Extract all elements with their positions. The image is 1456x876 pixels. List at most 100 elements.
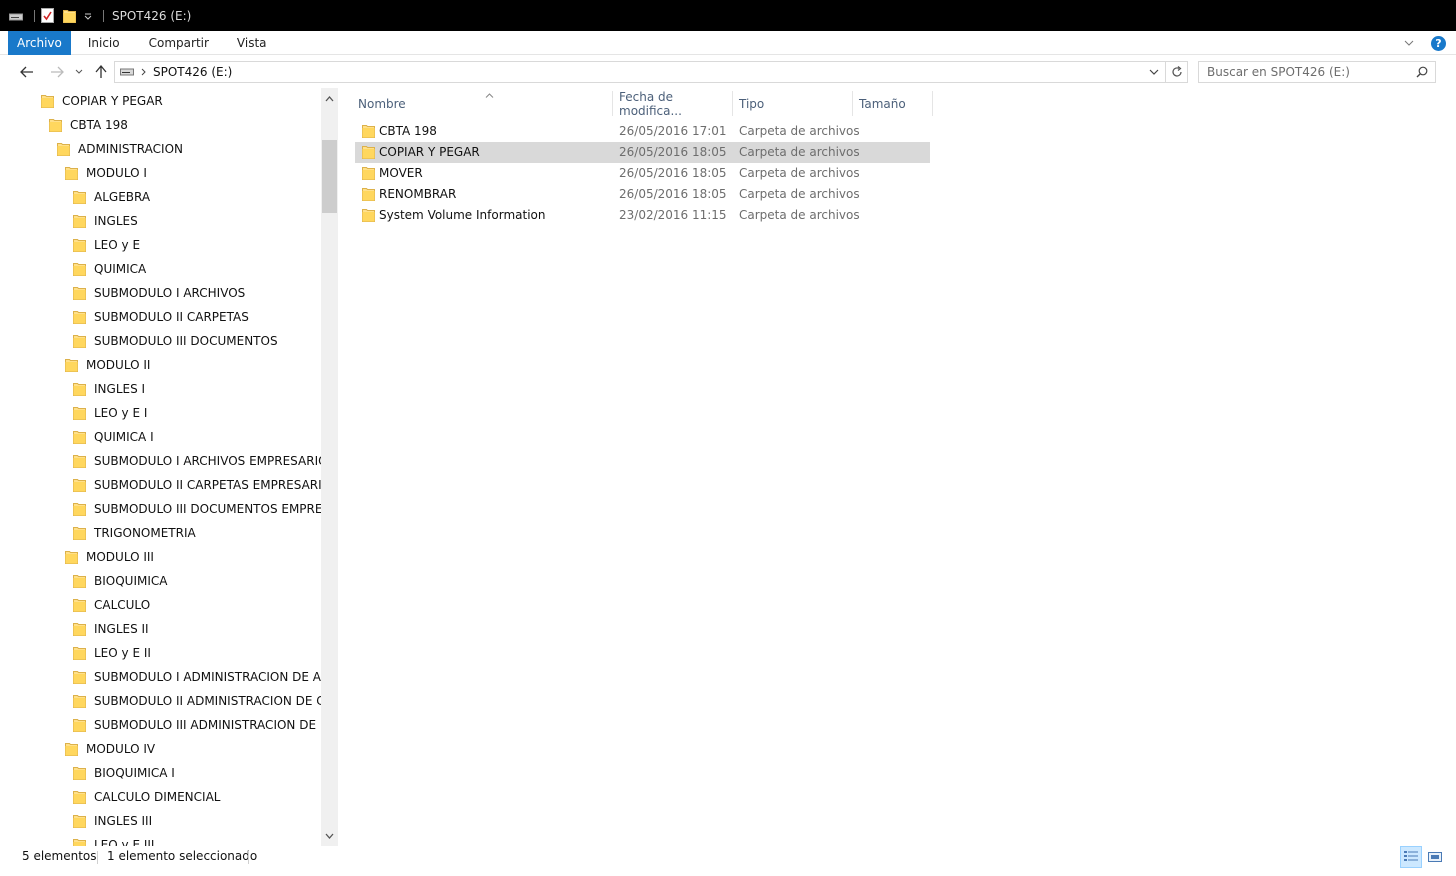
folder-icon: [41, 94, 54, 108]
tree-item-label: MODULO III: [86, 550, 154, 564]
toolbar-separator: [103, 9, 104, 22]
folder-icon: [362, 187, 375, 201]
breadcrumb-drive[interactable]: SPOT426 (E:): [153, 65, 232, 79]
folder-icon: [362, 166, 375, 180]
details-view-icon[interactable]: [1400, 846, 1422, 868]
tree-item-label: LEO y E III: [94, 838, 155, 846]
tree-item[interactable]: TRIGONOMETRIA: [73, 522, 196, 544]
recent-locations-icon[interactable]: [72, 63, 86, 81]
item-count: 5 elementos: [22, 849, 97, 863]
tree-item[interactable]: MODULO II: [65, 354, 150, 376]
tree-item[interactable]: SUBMODULO III DOCUMENTOS EMPRESARIOS: [73, 498, 321, 520]
drive-icon[interactable]: [8, 8, 24, 24]
file-date: 26/05/2016 17:01: [619, 124, 727, 138]
tree-item[interactable]: INGLES III: [73, 810, 152, 832]
tree-item[interactable]: ALGEBRA: [73, 186, 150, 208]
tree-item[interactable]: MODULO IV: [65, 738, 155, 760]
scroll-thumb[interactable]: [322, 140, 337, 213]
column-header-size[interactable]: Tamaño: [853, 91, 933, 116]
file-name: System Volume Information: [379, 208, 546, 222]
column-header-type-label: Tipo: [739, 96, 765, 111]
address-bar[interactable]: SPOT426 (E:): [114, 61, 1166, 83]
scroll-up-icon[interactable]: [321, 90, 338, 107]
folder-icon: [73, 214, 86, 228]
file-row[interactable]: System Volume Information 23/02/2016 11:1…: [355, 205, 930, 226]
file-row[interactable]: COPIAR Y PEGAR 26/05/2016 18:05 Carpeta de…: [355, 142, 930, 163]
new-folder-icon[interactable]: [61, 8, 77, 24]
file-type: Carpeta de archivos: [739, 208, 860, 222]
tree-item[interactable]: SUBMODULO III DOCUMENTOS: [73, 330, 278, 352]
tree-item[interactable]: CBTA 198: [49, 114, 128, 136]
chevron-right-icon[interactable]: [141, 68, 146, 76]
file-row[interactable]: RENOMBRAR 26/05/2016 18:05 Carpeta de arch…: [355, 184, 930, 205]
tree-item[interactable]: INGLES II: [73, 618, 149, 640]
chevron-down-icon[interactable]: [1147, 65, 1161, 79]
large-icons-view-icon[interactable]: [1424, 846, 1446, 868]
tree-item[interactable]: MODULO III: [65, 546, 154, 568]
column-header-date[interactable]: Fecha de modifica...: [613, 90, 733, 118]
file-row[interactable]: MOVER 26/05/2016 18:05 Carpeta de archivos: [355, 163, 930, 184]
title-bar: SPOT426 (E:): [0, 0, 1456, 31]
tab-compartir[interactable]: Compartir: [134, 31, 223, 55]
folder-icon: [73, 574, 86, 588]
tree-item-label: INGLES: [94, 214, 138, 228]
tab-vista[interactable]: Vista: [223, 31, 281, 55]
nav-scrollbar[interactable]: [321, 88, 338, 846]
tree-item[interactable]: QUIMICA I: [73, 426, 154, 448]
refresh-icon[interactable]: [1166, 61, 1188, 83]
search-icon[interactable]: [1415, 65, 1429, 79]
tree-item-label: SUBMODULO I ARCHIVOS: [94, 286, 246, 300]
scroll-down-icon[interactable]: [321, 827, 338, 844]
tree-item[interactable]: ADMINISTRACION: [57, 138, 183, 160]
tree-item[interactable]: SUBMODULO II CARPETAS EMPRESARIAS: [73, 474, 321, 496]
tab-archivo[interactable]: Archivo: [8, 30, 71, 55]
tree-item-label: QUIMICA: [94, 262, 147, 276]
tree-item[interactable]: CALCULO DIMENCIAL: [73, 786, 220, 808]
search-input[interactable]: [1207, 65, 1407, 79]
tree-item[interactable]: SUBMODULO II CARPETAS: [73, 306, 249, 328]
properties-icon[interactable]: [39, 8, 55, 24]
tree-item[interactable]: LEO y E: [73, 234, 140, 256]
search-box[interactable]: [1198, 61, 1436, 83]
column-header-name[interactable]: Nombre: [352, 91, 613, 116]
tree-item[interactable]: SUBMODULO I ADMINISTRACION DE ARCHIVOS: [73, 666, 321, 688]
tree-item[interactable]: MODULO I: [65, 162, 147, 184]
tree-item[interactable]: SUBMODULO I ARCHIVOS: [73, 282, 245, 304]
toolbar-separator: [34, 9, 35, 22]
tree-item-label: MODULO I: [86, 166, 147, 180]
tree-item[interactable]: SUBMODULO III ADMINISTRACION DE DOCUMENT…: [73, 714, 321, 736]
tab-inicio[interactable]: Inicio: [71, 31, 134, 55]
folder-icon: [362, 208, 375, 222]
up-arrow-icon[interactable]: [92, 63, 110, 81]
tree-item-label: INGLES III: [94, 814, 153, 828]
status-bar: 5 elementos 1 elemento seleccionado: [0, 846, 1456, 868]
tree-item[interactable]: LEO y E II: [73, 642, 151, 664]
folder-icon: [73, 310, 86, 324]
tree-item[interactable]: CALCULO: [73, 594, 150, 616]
tree-item[interactable]: BIOQUIMICA: [73, 570, 167, 592]
tree-item[interactable]: INGLES I: [73, 378, 145, 400]
tree-item-label: CBTA 198: [70, 118, 128, 132]
tree-item[interactable]: SUBMODULO I ARCHIVOS EMPRESARIOS: [73, 450, 321, 472]
tree-item-label: LEO y E: [94, 238, 141, 252]
tree-item-label: ADMINISTRACION: [78, 142, 183, 156]
tree-item-label: LEO y E I: [94, 406, 148, 420]
tree-item-label: SUBMODULO II CARPETAS EMPRESARIAS: [94, 478, 321, 492]
expand-ribbon-icon[interactable]: [1401, 35, 1417, 51]
file-row[interactable]: CBTA 198 26/05/2016 17:01 Carpeta de archi…: [355, 121, 930, 142]
folder-icon: [73, 718, 86, 732]
tree-item[interactable]: QUIMICA: [73, 258, 146, 280]
chevron-down-icon[interactable]: [83, 8, 93, 24]
tree-item[interactable]: COPIAR Y PEGAR: [41, 90, 163, 112]
address-row: SPOT426 (E:): [0, 60, 1456, 84]
back-arrow-icon[interactable]: [18, 63, 36, 81]
forward-arrow-icon[interactable]: [48, 63, 66, 81]
tree-item[interactable]: LEO y E III: [73, 834, 154, 846]
tree-item[interactable]: SUBMODULO II ADMINISTRACION DE CARPETAS: [73, 690, 321, 712]
help-icon[interactable]: ?: [1431, 35, 1446, 51]
tree-item[interactable]: INGLES: [73, 210, 138, 232]
folder-icon: [73, 286, 86, 300]
tree-item[interactable]: BIOQUIMICA I: [73, 762, 175, 784]
column-header-type[interactable]: Tipo: [733, 91, 853, 116]
tree-item[interactable]: LEO y E I: [73, 402, 147, 424]
